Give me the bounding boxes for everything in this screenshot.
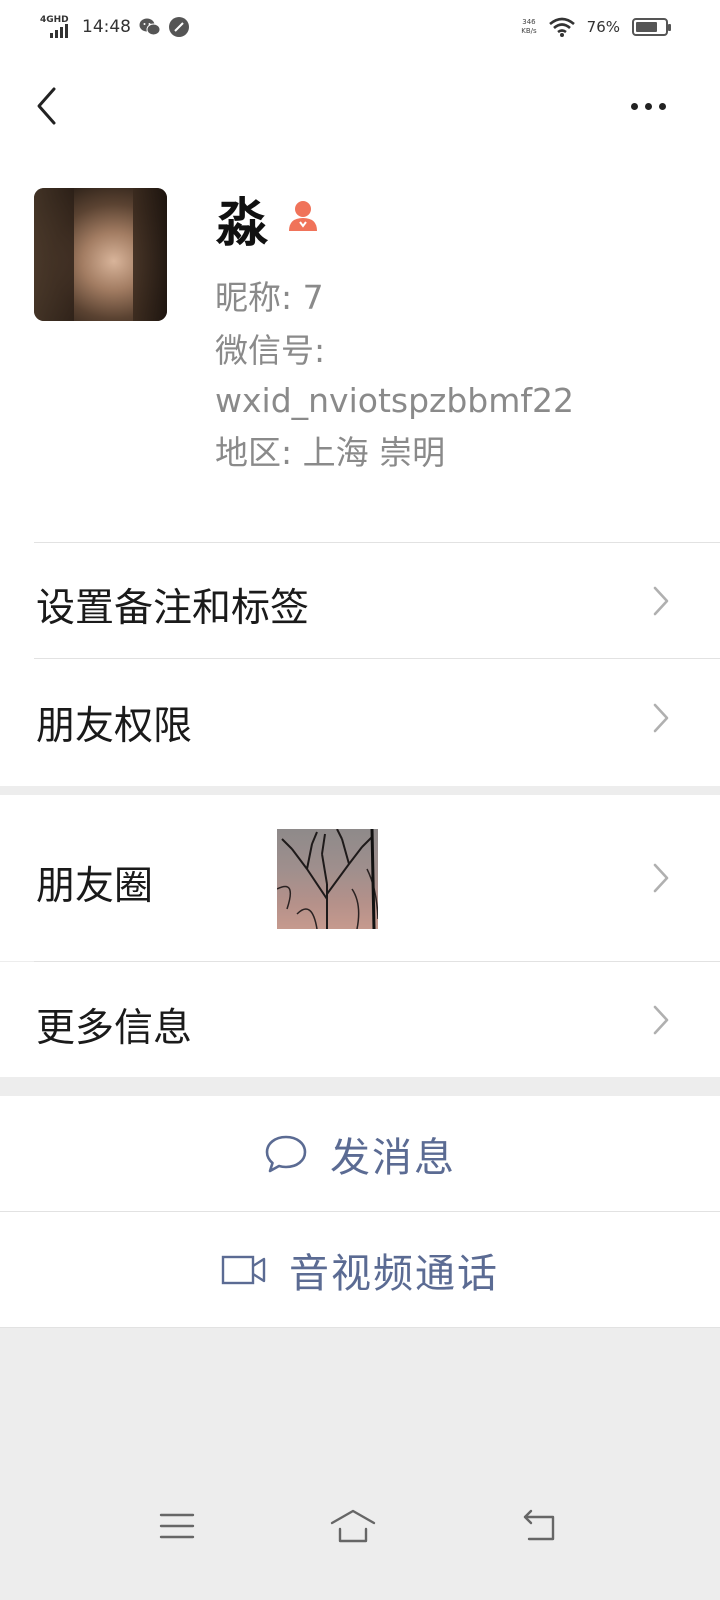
divider <box>0 1327 720 1328</box>
moments-label: 朋友圈 <box>36 864 154 909</box>
status-bar-right: 346 KB/s 76% <box>521 14 671 40</box>
more-info-label: 更多信息 <box>36 1006 193 1051</box>
moments-row[interactable]: 朋友圈 <box>0 795 720 961</box>
remarks-tags-row[interactable]: 设置备注和标签 <box>0 543 720 658</box>
chevron-left-icon <box>37 87 56 125</box>
back-button[interactable] <box>26 82 66 130</box>
notification-icon <box>169 17 189 37</box>
back-nav-button[interactable] <box>516 1506 562 1546</box>
chevron-right-icon <box>653 1005 669 1035</box>
wechat-icon <box>139 18 161 36</box>
more-info-row[interactable]: 更多信息 <box>0 962 720 1077</box>
net-speed: 346 KB/s <box>521 18 537 35</box>
home-icon <box>330 1509 376 1543</box>
region: 地区: 上海 崇明 <box>215 433 446 472</box>
video-camera-icon <box>221 1255 266 1284</box>
chat-bubble-icon <box>265 1135 307 1172</box>
back-icon <box>523 1509 555 1541</box>
status-time: 14:48 <box>82 17 131 37</box>
battery-level <box>636 22 657 32</box>
home-button[interactable] <box>330 1506 376 1546</box>
menu-button[interactable] <box>154 1506 200 1546</box>
female-icon <box>289 201 317 231</box>
friend-permissions-row[interactable]: 朋友权限 <box>0 659 720 775</box>
battery-percent: 76% <box>586 18 620 36</box>
wifi-icon <box>548 17 575 37</box>
remarks-tags-label: 设置备注和标签 <box>36 586 310 631</box>
send-message-button[interactable]: 发消息 <box>0 1096 720 1211</box>
chevron-right-icon <box>653 586 669 616</box>
avatar[interactable] <box>34 188 167 321</box>
chevron-right-icon <box>653 863 669 893</box>
menu-icon <box>159 1513 195 1539</box>
video-call-button[interactable]: 音视频通话 <box>0 1212 720 1327</box>
video-call-label: 音视频通话 <box>289 1250 499 1297</box>
battery-icon <box>632 18 671 36</box>
more-options-button[interactable] <box>620 88 676 124</box>
chevron-right-icon <box>653 703 669 733</box>
status-bar-left: 4GHD 14:48 <box>40 14 189 40</box>
wechat-id-label: 微信号: <box>215 331 326 370</box>
wechat-id[interactable]: wxid_nviotspzbbmf22 <box>215 379 574 423</box>
friend-permissions-label: 朋友权限 <box>36 704 193 749</box>
send-message-label: 发消息 <box>330 1134 456 1181</box>
more-dots-icon <box>630 102 638 110</box>
nickname: 昵称: 7 <box>215 278 324 317</box>
moments-photo-thumbnail <box>277 829 378 929</box>
signal-icon: 4GHD <box>40 15 74 39</box>
contact-name: 淼 <box>216 194 270 254</box>
